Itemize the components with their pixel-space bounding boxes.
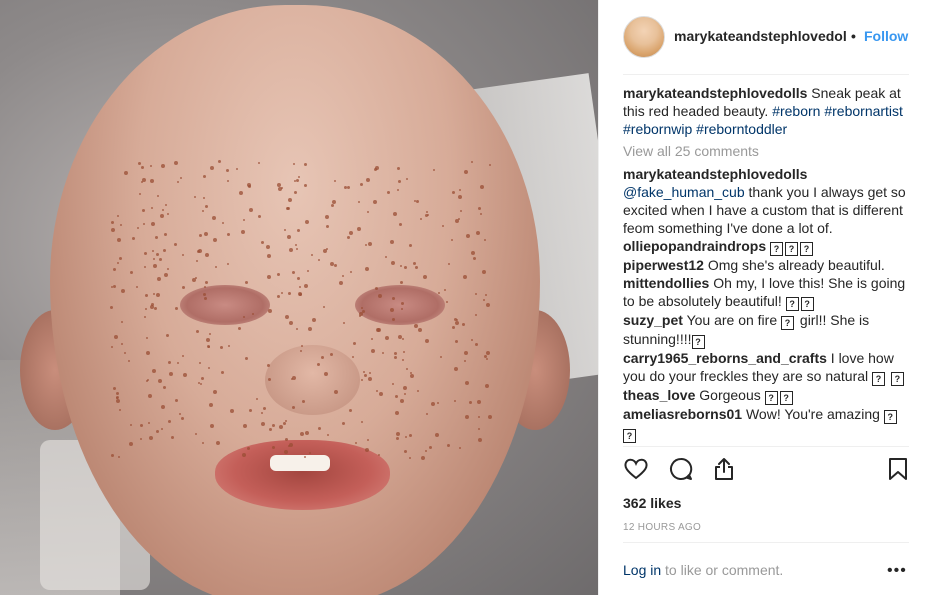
comment-item: mittendollies Oh my, I love this! She is… [623,274,913,311]
comment-username[interactable]: carry1965_reborns_and_crafts [623,350,827,366]
doll-eye-right [355,285,445,325]
divider [623,446,909,447]
comment-username[interactable]: piperwest12 [623,257,704,273]
post-side-panel: marykateandstephlovedol • Follow marykat… [598,0,929,595]
emoji-glyph: ? [691,335,705,349]
emoji-glyph: ? [781,316,795,330]
action-bar [623,456,913,484]
divider [623,74,909,75]
separator-dot: • [851,28,856,44]
comment-item: marykateandstephlovedolls @fake_human_cu… [623,165,913,237]
emoji-glyph: ? [890,372,904,386]
emoji-glyph: ? [785,242,799,256]
comment-text: Gorgeous [699,387,761,403]
emoji-glyph: ? [764,391,778,405]
comment-text: Wow! You're amazing [745,406,880,422]
comment-item: ameliasreborns01 Wow! You're amazing ?? [623,405,913,443]
emoji-glyph: ? [623,429,636,443]
emoji-glyph: ? [785,297,799,311]
heart-outline-icon[interactable] [623,456,649,482]
hashtag-link[interactable]: #rebornartist [824,103,903,119]
caption-username[interactable]: marykateandstephlovedolls [623,85,807,101]
doll-eye-left [180,285,270,325]
comment-item: olliepopandraindrops ??? [623,237,913,256]
emoji-glyph: ? [800,242,814,256]
comment-username[interactable]: ameliasreborns01 [623,406,742,422]
login-link[interactable]: Log in [623,562,661,578]
post-header: marykateandstephlovedol • Follow [599,0,929,74]
comment-text: You are on fire [686,312,778,328]
view-all-comments-link[interactable]: View all 25 comments [623,142,913,160]
divider [623,542,909,543]
comments-list: marykateandstephlovedolls Sneak peak at … [623,84,913,444]
comment-username[interactable]: mittendollies [623,275,709,291]
comment-username[interactable]: marykateandstephlovedolls [623,166,807,182]
comment-username[interactable]: suzy_pet [623,312,683,328]
comment-item: suzy_pet You are on fire ? girl!! She is… [623,311,913,349]
emoji-glyph: ? [770,242,784,256]
speech-bubble-icon[interactable] [668,456,694,482]
doll-nose [265,345,360,415]
comment-item: piperwest12 Omg she's already beautiful. [623,256,913,274]
share-upload-icon[interactable] [711,456,737,482]
comment-username[interactable]: theas_love [623,387,695,403]
comment-item: theas_love Gorgeous ?? [623,386,913,405]
comment-item: carry1965_reborns_and_crafts I love how … [623,349,913,386]
mention-link[interactable]: @fake_human_cub [623,184,745,200]
hashtag-link[interactable]: #rebornwip [623,121,692,137]
emoji-glyph: ? [779,391,793,405]
doll-teeth [270,455,330,471]
header-username[interactable]: marykateandstephlovedol [674,28,847,44]
more-options-icon[interactable]: ••• [887,562,907,580]
login-prompt-text: to like or comment. [665,562,784,578]
post-timestamp[interactable]: 12 HOURS AGO [623,522,701,533]
login-prompt: Log in to like or comment. [623,562,783,578]
bookmark-icon[interactable] [885,456,911,482]
hashtag-link[interactable]: #reborn [772,103,820,119]
hashtag-link[interactable]: #reborntoddler [696,121,787,137]
comment-username[interactable]: olliepopandraindrops [623,238,766,254]
comment-text: Omg she's already beautiful. [707,257,885,273]
emoji-glyph: ? [872,372,886,386]
post-photo[interactable] [0,0,598,595]
emoji-glyph: ? [883,410,897,424]
follow-button[interactable]: Follow [864,28,908,44]
likes-count[interactable]: 362 likes [623,495,681,511]
doll-mouth [215,440,390,510]
avatar[interactable] [623,16,665,58]
emoji-glyph: ? [800,297,814,311]
caption: marykateandstephlovedolls Sneak peak at … [623,84,913,138]
